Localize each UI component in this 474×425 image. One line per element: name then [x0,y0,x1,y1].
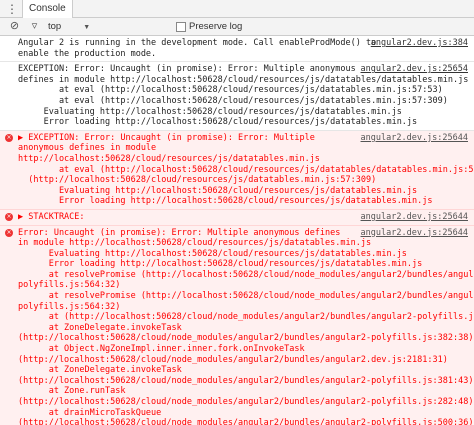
tab-console[interactable]: Console [22,0,73,18]
message-line: polyfills.js:564:32) [18,301,121,312]
error-circle-icon: × [5,228,13,237]
preserve-log-label: Preserve log [189,21,243,32]
message-line[interactable]: (http://localhost:50628/cloud/resources/… [18,175,414,186]
message-line[interactable]: (http://localhost:50628/cloud/node_modul… [18,397,473,408]
console-toolbar: ⊘ ▿ top ▼ Preserve log [0,18,474,36]
message-line: at ZoneDelegate.invokeTask [18,365,182,376]
message-line: enable the production mode. [18,48,157,59]
message-line[interactable]: Error loading http://localhost:50628/clo… [18,196,433,207]
source-link[interactable]: angular2.dev.js:25654 [361,64,468,75]
message-line[interactable]: Error loading http://localhost:50628/clo… [18,117,418,128]
console-messages: angular2.dev.js:384 Angular 2 is running … [0,36,474,425]
message-line: at drainMicroTaskQueue [18,407,162,418]
message-line[interactable]: Evaluating http://localhost:50628/cloud/… [18,107,414,118]
context-value: top [48,21,62,32]
message-line: anonymous defines in module [18,143,157,154]
message-line[interactable]: at (http://localhost:50628/cloud/node_mo… [18,312,474,323]
message-line[interactable]: at eval (http://localhost:50628/cloud/re… [18,96,448,107]
message-line: at Zone.runTask [18,386,126,397]
preserve-log-checkbox[interactable] [176,22,186,32]
console-error-message: × angular2.dev.js:25644 ▶ EXCEPTION: Error… [0,130,474,210]
message-line: ▶ EXCEPTION: Error: Uncaught (in promise… [18,132,315,143]
chevron-down-icon: ▼ [83,24,91,31]
message-line[interactable]: http://localhost:50628/cloud/resources/j… [18,154,414,165]
console-error-message: × angular2.dev.js:25644 ▶ STACKTRACE: [0,209,474,226]
message-line[interactable]: (http://localhost:50628/cloud/node_modul… [18,355,448,366]
message-line[interactable]: in module http://localhost:50628/cloud/r… [18,238,414,249]
source-link[interactable]: angular2.dev.js:25644 [361,228,468,239]
message-line[interactable]: at eval (http://localhost:50628/cloud/re… [18,85,443,96]
kebab-icon[interactable]: ⋮ [6,2,18,16]
console-error-message: × angular2.dev.js:25644 Error: Uncaught (i… [0,225,474,425]
source-link[interactable]: angular2.dev.js:25644 [361,212,468,223]
source-link[interactable]: angular2.dev.js:384 [371,38,468,49]
message-line[interactable]: at eval (http://localhost:50628/cloud/re… [18,165,474,176]
message-line[interactable]: at resolvePromise (http://localhost:5062… [18,291,474,302]
message-line[interactable]: Evaluating http://localhost:50628/cloud/… [18,249,414,260]
message-line[interactable]: Error loading http://localhost:50628/clo… [18,259,423,270]
devtools-tabbar: ⋮ Console [0,0,474,18]
error-circle-icon: × [5,133,13,142]
context-select[interactable]: top ▼ [48,20,90,33]
console-message: angular2.dev.js:25654 EXCEPTION: Error: U… [0,62,474,131]
message-line[interactable]: defines in module http://localhost:50628… [18,75,468,86]
message-line: Error: Uncaught (in promise): Error: Mul… [18,227,341,238]
clear-console-icon[interactable]: ⊘ [8,20,21,33]
message-line[interactable]: Evaluating http://localhost:50628/cloud/… [18,186,417,197]
message-line[interactable]: (http://localhost:50628/cloud/node_modul… [18,376,473,387]
error-circle-icon: × [5,212,13,221]
message-line[interactable]: (http://localhost:50628/cloud/node_modul… [18,418,473,425]
message-line[interactable]: at resolvePromise (http://localhost:5062… [18,270,474,281]
message-line: at ZoneDelegate.invokeTask [18,322,182,333]
message-line: Angular 2 is running in the development … [18,38,377,48]
filter-icon[interactable]: ▿ [28,20,41,33]
console-message: angular2.dev.js:384 Angular 2 is running … [0,36,474,63]
message-line: at Object.NgZoneImpl.inner.inner.fork.on… [18,344,305,355]
source-link[interactable]: angular2.dev.js:25644 [361,133,468,144]
message-line: EXCEPTION: Error: Uncaught (in promise):… [18,64,356,75]
message-line[interactable]: (http://localhost:50628/cloud/node_modul… [18,333,473,344]
message-line: ▶ STACKTRACE: [18,211,85,222]
message-line: polyfills.js:564:32) [18,280,121,291]
